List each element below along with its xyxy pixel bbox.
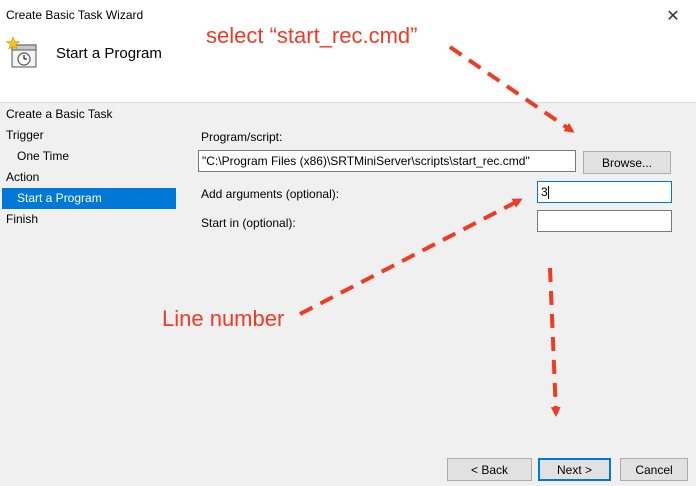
arrow-to-arguments — [299, 198, 523, 316]
arrow-to-browse — [448, 45, 575, 133]
arrow-to-next — [548, 267, 561, 417]
annotation-arrows — [299, 45, 575, 417]
